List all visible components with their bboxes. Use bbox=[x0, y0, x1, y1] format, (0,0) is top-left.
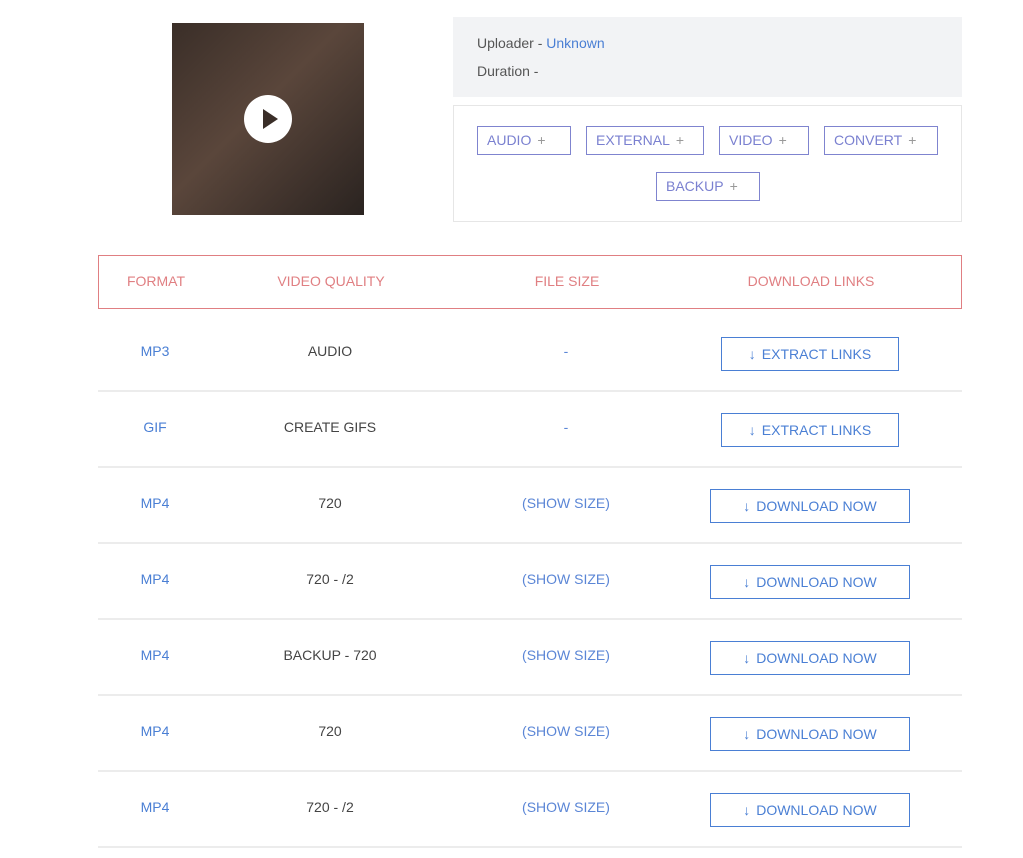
uploader-link[interactable]: Unknown bbox=[546, 35, 604, 51]
show-size-link[interactable]: (SHOW SIZE) bbox=[466, 495, 666, 511]
quality-cell: 720 bbox=[318, 723, 342, 739]
button-label: DOWNLOAD NOW bbox=[756, 726, 877, 742]
button-label: DOWNLOAD NOW bbox=[756, 650, 877, 666]
table-row: MP3 AUDIO - ↓ EXTRACT LINKS bbox=[98, 316, 962, 392]
tag-label: VIDEO bbox=[729, 132, 773, 148]
header-video-quality: VIDEO QUALITY bbox=[277, 273, 385, 289]
plus-icon: + bbox=[908, 132, 917, 148]
uploader-row: Uploader - Unknown bbox=[477, 33, 938, 61]
show-size-link[interactable]: (SHOW SIZE) bbox=[466, 723, 666, 739]
category-tags-panel: AUDIO + EXTERNAL + VIDEO + CONVERT + BACKUP + bbox=[453, 105, 962, 222]
button-label: EXTRACT LINKS bbox=[761, 346, 872, 362]
tag-label: BACKUP bbox=[666, 178, 724, 194]
format-cell: MP4 bbox=[140, 571, 170, 587]
video-info-panel: Uploader - Unknown Duration - bbox=[453, 17, 962, 97]
download-now-button[interactable]: ↓ DOWNLOAD NOW bbox=[710, 793, 910, 827]
format-cell: MP4 bbox=[140, 647, 170, 663]
tag-label: EXTERNAL bbox=[596, 132, 670, 148]
table-row: MP4 720 - /2 (SHOW SIZE) ↓ DOWNLOAD NOW bbox=[98, 772, 962, 848]
duration-label: Duration - bbox=[477, 63, 539, 79]
format-cell: GIF bbox=[143, 419, 167, 435]
quality-cell: 720 - /2 bbox=[306, 571, 354, 587]
arrow-down-icon: ↓ bbox=[748, 422, 756, 438]
plus-icon: + bbox=[729, 178, 738, 194]
download-now-button[interactable]: ↓ DOWNLOAD NOW bbox=[710, 565, 910, 599]
format-cell: MP4 bbox=[140, 799, 170, 815]
arrow-down-icon: ↓ bbox=[743, 574, 751, 590]
extract-links-button[interactable]: ↓ EXTRACT LINKS bbox=[721, 337, 899, 371]
tag-convert[interactable]: CONVERT + bbox=[824, 126, 938, 155]
table-row: MP4 720 - /2 (SHOW SIZE) ↓ DOWNLOAD NOW bbox=[98, 544, 962, 620]
arrow-down-icon: ↓ bbox=[743, 650, 751, 666]
table-row: MP4 BACKUP - 720 (SHOW SIZE) ↓ DOWNLOAD NOW bbox=[98, 620, 962, 696]
play-icon[interactable] bbox=[244, 95, 292, 143]
plus-icon: + bbox=[675, 132, 685, 148]
quality-cell: 720 bbox=[318, 495, 342, 511]
table-row: MP4 720 (SHOW SIZE) ↓ DOWNLOAD NOW bbox=[98, 696, 962, 772]
show-size-link[interactable]: (SHOW SIZE) bbox=[466, 799, 666, 815]
tag-backup[interactable]: BACKUP + bbox=[656, 172, 760, 201]
duration-row: Duration - bbox=[477, 61, 938, 89]
show-size-link[interactable]: (SHOW SIZE) bbox=[466, 647, 666, 663]
table-row: MP4 720 (SHOW SIZE) ↓ DOWNLOAD NOW bbox=[98, 468, 962, 544]
button-label: DOWNLOAD NOW bbox=[756, 498, 877, 514]
tag-label: CONVERT bbox=[834, 132, 903, 148]
download-now-button[interactable]: ↓ DOWNLOAD NOW bbox=[710, 717, 910, 751]
format-cell: MP3 bbox=[140, 343, 170, 359]
format-cell: MP4 bbox=[140, 495, 170, 511]
arrow-down-icon: ↓ bbox=[748, 346, 756, 362]
quality-cell: CREATE GIFS bbox=[283, 419, 377, 435]
download-now-button[interactable]: ↓ DOWNLOAD NOW bbox=[710, 641, 910, 675]
quality-cell: AUDIO bbox=[307, 343, 353, 359]
uploader-label: Uploader - bbox=[477, 35, 543, 51]
tag-label: AUDIO bbox=[487, 132, 532, 148]
format-cell: MP4 bbox=[140, 723, 170, 739]
video-thumbnail[interactable] bbox=[172, 23, 364, 215]
tag-external[interactable]: EXTERNAL + bbox=[586, 126, 704, 155]
arrow-down-icon: ↓ bbox=[743, 498, 751, 514]
table-header: FORMAT VIDEO QUALITY FILE SIZE DOWNLOAD … bbox=[98, 255, 962, 309]
button-label: DOWNLOAD NOW bbox=[756, 802, 877, 818]
tag-video[interactable]: VIDEO + bbox=[719, 126, 809, 155]
plus-icon: + bbox=[778, 132, 787, 148]
size-cell: - bbox=[563, 419, 569, 435]
header-file-size: FILE SIZE bbox=[534, 273, 600, 289]
download-now-button[interactable]: ↓ DOWNLOAD NOW bbox=[710, 489, 910, 523]
plus-icon: + bbox=[537, 132, 546, 148]
quality-cell: BACKUP - 720 bbox=[283, 647, 377, 663]
header-download-links: DOWNLOAD LINKS bbox=[747, 273, 875, 289]
header-format: FORMAT bbox=[126, 273, 186, 289]
button-label: EXTRACT LINKS bbox=[761, 422, 872, 438]
show-size-link[interactable]: (SHOW SIZE) bbox=[466, 571, 666, 587]
button-label: DOWNLOAD NOW bbox=[756, 574, 877, 590]
extract-links-button[interactable]: ↓ EXTRACT LINKS bbox=[721, 413, 899, 447]
arrow-down-icon: ↓ bbox=[743, 726, 751, 742]
tag-audio[interactable]: AUDIO + bbox=[477, 126, 571, 155]
table-row: GIF CREATE GIFS - ↓ EXTRACT LINKS bbox=[98, 392, 962, 468]
arrow-down-icon: ↓ bbox=[743, 802, 751, 818]
quality-cell: 720 - /2 bbox=[306, 799, 354, 815]
size-cell: - bbox=[563, 343, 569, 359]
